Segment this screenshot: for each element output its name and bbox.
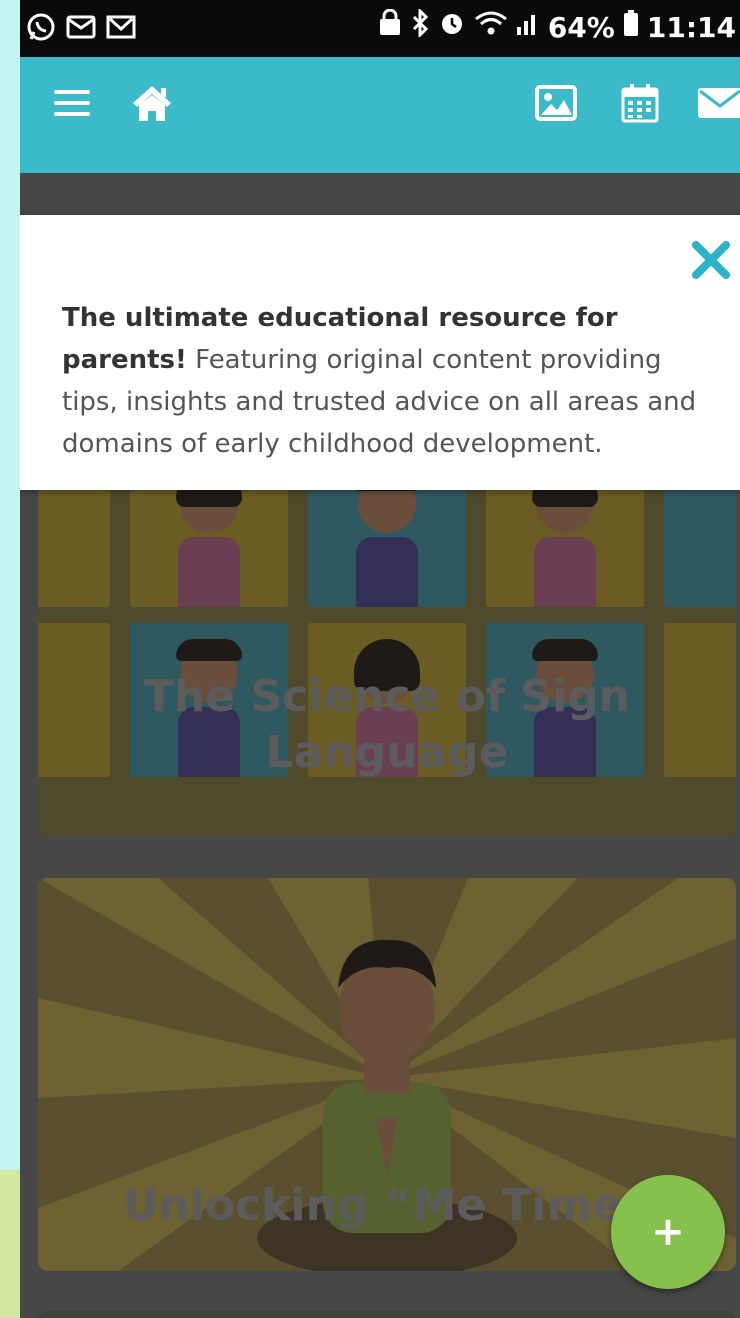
gmail-icon — [106, 14, 136, 45]
status-left-icons — [26, 12, 136, 47]
status-time: 11:14 — [646, 11, 736, 44]
wifi-icon — [474, 8, 508, 48]
mail-icon — [696, 86, 740, 125]
signal-icon — [516, 8, 540, 48]
phone-screen: 64% 11:14 The Science of Sign Language U… — [20, 0, 740, 1318]
whatsapp-icon — [26, 12, 56, 47]
battery-percent: 64% — [547, 11, 615, 44]
image-icon — [535, 84, 577, 126]
background-decoration — [0, 1170, 20, 1318]
add-fab-button[interactable]: + — [611, 1175, 725, 1289]
calendar-button[interactable] — [614, 79, 666, 131]
card-title: The Science of Sign Language — [143, 671, 631, 778]
status-bar: 64% 11:14 — [20, 0, 740, 57]
mail-button[interactable] — [696, 79, 740, 131]
bluetooth-icon — [410, 7, 430, 48]
mail-outline-icon — [66, 14, 96, 45]
alarm-icon — [438, 8, 466, 48]
app-bar — [20, 57, 740, 173]
intro-popup: The ultimate educational resource for pa… — [20, 215, 740, 490]
article-card[interactable]: The Science of Sign Language — [38, 443, 736, 836]
battery-icon — [623, 8, 639, 48]
menu-icon — [52, 87, 92, 124]
home-button[interactable] — [126, 79, 178, 131]
popup-close-button[interactable] — [688, 237, 734, 283]
lock-icon — [378, 8, 402, 48]
home-icon — [130, 83, 174, 128]
close-icon — [688, 241, 734, 287]
menu-button[interactable] — [46, 79, 98, 131]
gallery-button[interactable] — [530, 79, 582, 131]
status-right-icons: 64% 11:14 — [378, 7, 736, 48]
calendar-icon — [621, 83, 659, 128]
article-card[interactable] — [38, 1311, 736, 1318]
plus-icon: + — [651, 1209, 685, 1255]
popup-message: The ultimate educational resource for pa… — [62, 297, 722, 465]
